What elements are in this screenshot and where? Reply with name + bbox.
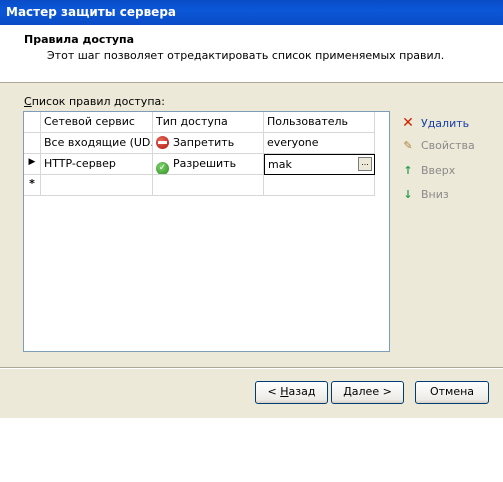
access-label: Разрешить bbox=[173, 157, 237, 170]
cell-user[interactable]: everyone bbox=[264, 133, 375, 154]
rules-list-label: Список правил доступа: bbox=[24, 95, 165, 108]
step-description: Этот шаг позволяет отредактировать списо… bbox=[47, 49, 445, 62]
row-header-corner bbox=[24, 112, 41, 133]
title-bar: Мастер защиты сервера bbox=[0, 0, 503, 25]
cell-user-new[interactable] bbox=[264, 175, 375, 196]
cell-access[interactable]: ✓ Разрешить bbox=[153, 154, 264, 175]
delete-icon: ✕ bbox=[402, 115, 414, 131]
cancel-button[interactable]: Отмена bbox=[415, 381, 489, 404]
table-row[interactable]: Все входящие (UD... Запретить everyone bbox=[24, 133, 375, 154]
properties-button[interactable]: ✎ Свойства bbox=[401, 139, 475, 152]
new-row[interactable]: * bbox=[24, 175, 375, 196]
back-label: азад bbox=[288, 385, 316, 398]
back-prefix: < bbox=[267, 385, 281, 398]
allow-icon: ✓ bbox=[156, 162, 169, 174]
move-down-button[interactable]: ↓ Вниз bbox=[401, 188, 449, 201]
row-selector-current[interactable]: ▶ bbox=[24, 154, 41, 175]
arrow-up-icon: ↑ bbox=[403, 164, 413, 177]
row-selector[interactable] bbox=[24, 133, 41, 154]
move-up-button[interactable]: ↑ Вверх bbox=[401, 164, 455, 177]
cell-access-new[interactable] bbox=[153, 175, 264, 196]
cell-service[interactable]: HTTP-сервер bbox=[41, 154, 153, 175]
deny-icon bbox=[156, 136, 169, 149]
back-accelerator: Н bbox=[280, 385, 289, 398]
rules-grid[interactable]: Сетевой сервис Тип доступа Пользователь … bbox=[23, 111, 390, 352]
user-edit-value: mak bbox=[268, 158, 292, 171]
move-up-label: Вверх bbox=[421, 164, 456, 177]
cell-service-new[interactable] bbox=[41, 175, 153, 196]
properties-label: Свойства bbox=[421, 139, 475, 152]
step-title: Правила доступа bbox=[24, 33, 135, 46]
user-edit-field[interactable]: mak ... bbox=[264, 154, 375, 175]
wizard-header: Правила доступа Этот шаг позволяет отред… bbox=[0, 25, 503, 83]
arrow-down-icon: ↓ bbox=[403, 188, 413, 201]
cell-access[interactable]: Запретить bbox=[153, 133, 264, 154]
next-label: алее > bbox=[351, 385, 392, 398]
column-header-access[interactable]: Тип доступа bbox=[153, 112, 264, 133]
move-down-label: Вниз bbox=[421, 188, 449, 201]
new-row-marker[interactable]: * bbox=[24, 175, 41, 196]
delete-label: Удалить bbox=[421, 117, 470, 130]
back-button[interactable]: < Назад bbox=[255, 381, 328, 404]
column-header-service[interactable]: Сетевой сервис bbox=[41, 112, 153, 133]
access-label: Запретить bbox=[173, 136, 235, 149]
window-title: Мастер защиты сервера bbox=[6, 5, 177, 19]
next-accelerator: Д bbox=[343, 385, 352, 398]
browse-user-button[interactable]: ... bbox=[358, 157, 372, 171]
cell-service[interactable]: Все входящие (UD... bbox=[41, 133, 153, 154]
footer-divider bbox=[0, 367, 503, 369]
column-header-user[interactable]: Пользователь bbox=[264, 112, 375, 133]
next-button[interactable]: Далее > bbox=[331, 381, 404, 404]
delete-button[interactable]: ✕ Удалить bbox=[401, 115, 469, 131]
grid-header-row: Сетевой сервис Тип доступа Пользователь bbox=[24, 112, 375, 133]
wizard-window: Мастер защиты сервера Правила доступа Эт… bbox=[0, 0, 503, 418]
properties-icon: ✎ bbox=[403, 139, 413, 152]
table-row[interactable]: ▶ HTTP-сервер ✓ Разрешить mak ... bbox=[24, 154, 375, 175]
